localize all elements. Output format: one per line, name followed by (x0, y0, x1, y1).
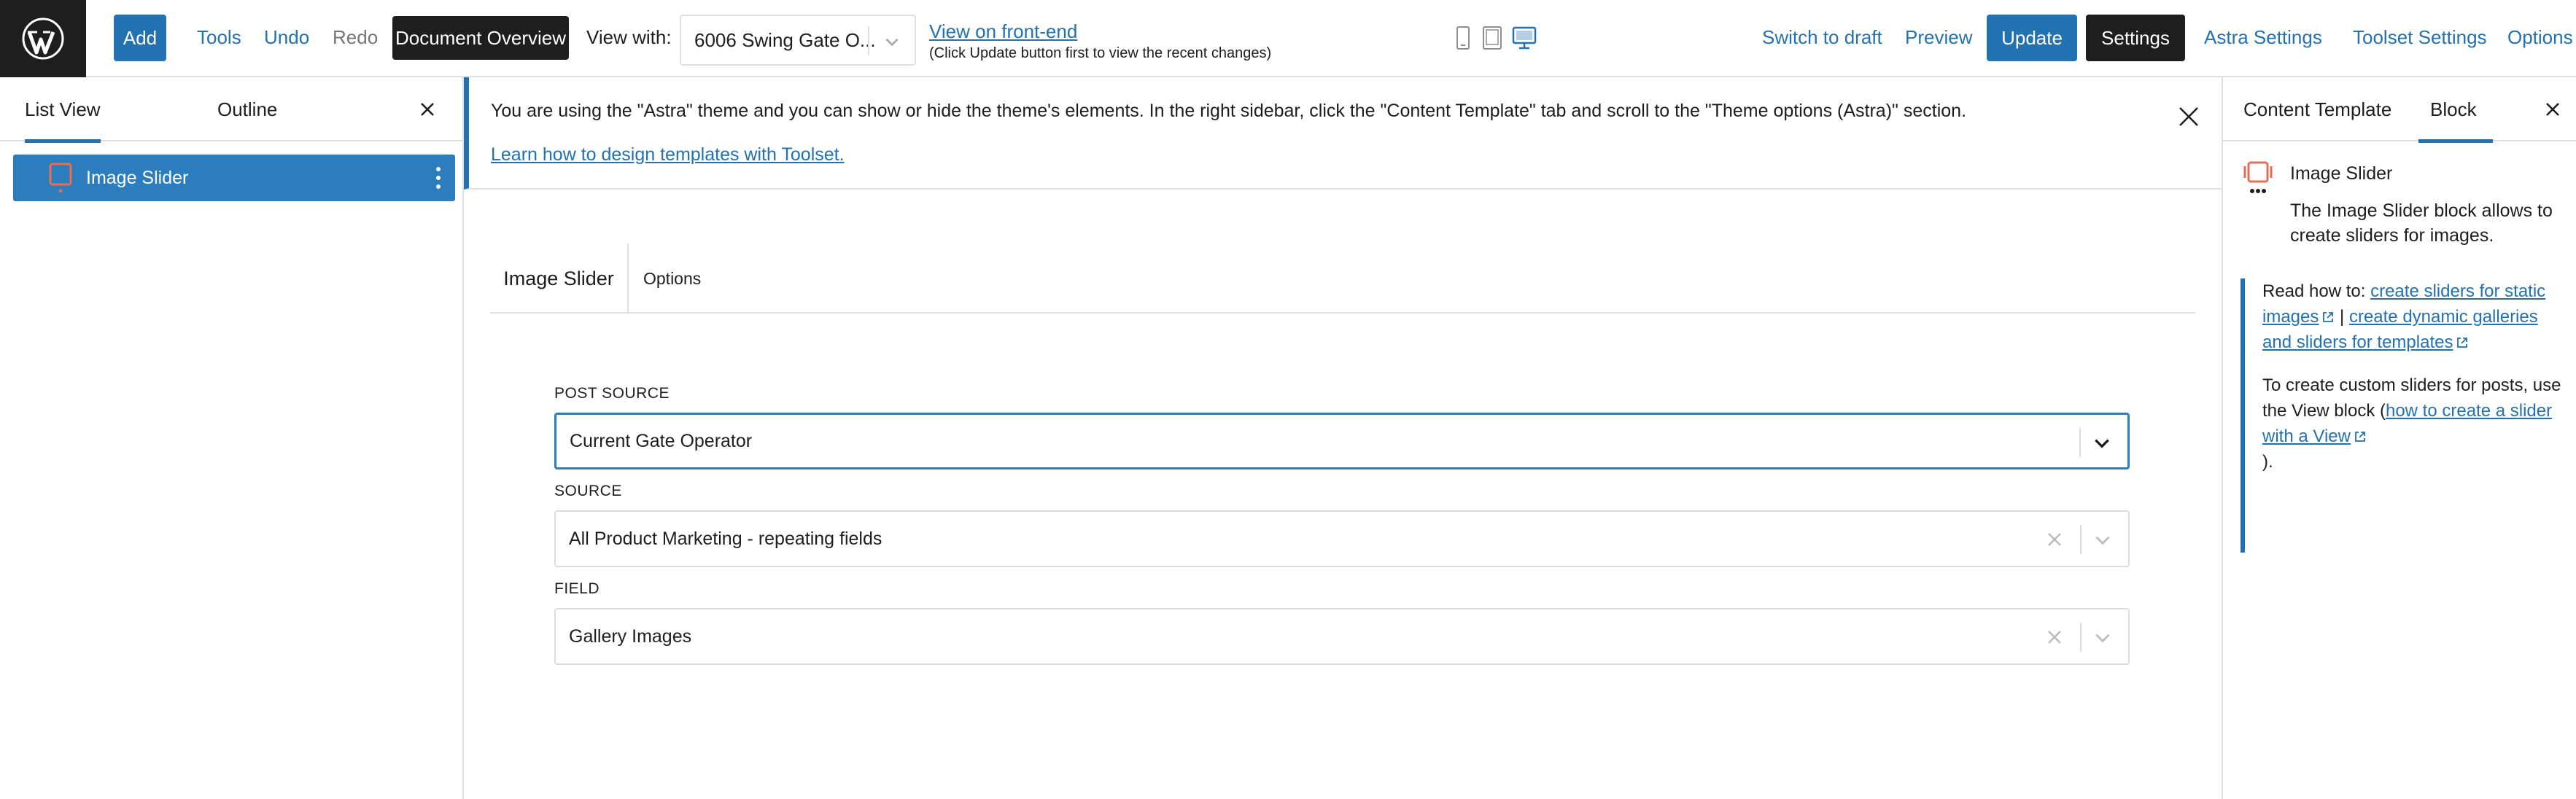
list-item-label: Image Slider (86, 168, 189, 188)
source-value: All Product Marketing - repeating fields (569, 528, 882, 549)
tablet-icon (1483, 26, 1502, 50)
tab-list-view[interactable]: List View (25, 77, 101, 143)
toolset-settings-button[interactable]: Toolset Settings (2353, 26, 2487, 49)
update-button[interactable]: Update (1987, 15, 2077, 61)
close-list-view-button[interactable] (413, 95, 442, 124)
preview-button[interactable]: Preview (1905, 26, 1972, 49)
chevron-down-icon (2095, 634, 2110, 643)
field-select[interactable]: Gallery Images (554, 608, 2130, 665)
chevron-down-icon (885, 38, 899, 47)
theme-notice: You are using the "Astra" theme and you … (464, 77, 2222, 190)
top-toolbar: Add Tools Undo Redo Document Overview Vi… (0, 0, 2576, 77)
view-with-label: View with: (586, 26, 672, 48)
image-slider-icon (49, 163, 72, 193)
help-read-how-prefix: Read how to: (2262, 281, 2366, 301)
learn-templates-link[interactable]: Learn how to design templates with Tools… (491, 144, 845, 165)
external-link-icon (2457, 338, 2468, 348)
switch-to-draft-button[interactable]: Switch to draft (1762, 26, 1882, 49)
document-overview-button[interactable]: Document Overview (392, 16, 569, 60)
help-separator: | (2340, 307, 2345, 327)
block-card-title: Image Slider (2290, 163, 2393, 184)
select-divider (868, 26, 869, 55)
astra-settings-button[interactable]: Astra Settings (2204, 26, 2322, 49)
redo-button[interactable]: Redo (333, 26, 378, 49)
field-label: FIELD (554, 580, 600, 597)
close-sidebar-button[interactable] (2538, 95, 2567, 124)
post-source-value: Current Gate Operator (570, 430, 753, 451)
tab-block[interactable]: Block (2418, 77, 2493, 143)
sidebar-tabs: Content Template Block (2223, 77, 2576, 143)
image-slider-icon (2243, 161, 2273, 193)
field-value: Gallery Images (569, 625, 692, 647)
wordpress-logo-button[interactable] (0, 0, 86, 77)
block-tabs: Image Slider Options (490, 243, 2195, 313)
chevron-down-icon (2095, 439, 2109, 448)
tab-outline[interactable]: Outline (217, 77, 277, 141)
external-link-icon (2323, 312, 2334, 322)
slider-help-box: Read how to: create sliders for static i… (2241, 278, 2561, 553)
source-label: SOURCE (554, 483, 622, 499)
add-block-button[interactable]: Add (114, 15, 166, 61)
view-with-select[interactable]: 6006 Swing Gate O... (680, 15, 916, 66)
close-icon (2546, 103, 2559, 116)
close-icon (421, 103, 434, 116)
front-end-note: (Click Update button first to view the r… (929, 45, 1272, 61)
block-card-description: The Image Slider block allows to create … (2290, 200, 2553, 246)
clear-icon[interactable] (2047, 531, 2063, 547)
tab-options[interactable]: Options (643, 243, 701, 313)
tools-button[interactable]: Tools (197, 26, 241, 49)
post-source-label: POST SOURCE (554, 385, 670, 402)
help-custom-sliders: To create custom sliders for posts, use … (2262, 373, 2561, 475)
list-item[interactable]: Image Slider (13, 155, 455, 201)
view-on-front-end-link[interactable]: View on front-end (929, 20, 1077, 43)
select-divider (2079, 428, 2081, 457)
settings-button[interactable]: Settings (2086, 15, 2185, 61)
left-panel-tabs: List View Outline (0, 77, 462, 143)
desktop-preview-button[interactable] (1511, 23, 1537, 52)
tablet-preview-button[interactable] (1479, 23, 1505, 52)
help-custom-suffix: ). (2262, 452, 2273, 472)
settings-sidebar: Content Template Block Image Slider The … (2222, 77, 2576, 799)
clear-icon[interactable] (2047, 629, 2063, 645)
source-select[interactable]: All Product Marketing - repeating fields (554, 510, 2130, 567)
chevron-down-icon (2095, 536, 2110, 545)
external-link-icon (2355, 432, 2365, 442)
help-read-how: Read how to: create sliders for static i… (2262, 278, 2561, 355)
select-divider (2080, 623, 2082, 652)
view-with-value: 6006 Swing Gate O... (694, 28, 876, 51)
wordpress-icon (22, 17, 64, 60)
list-view-panel: List View Outline Image Slider (0, 77, 464, 799)
tab-image-slider[interactable]: Image Slider (490, 243, 629, 313)
select-divider (2080, 525, 2082, 554)
undo-button[interactable]: Undo (264, 26, 309, 49)
mobile-icon (1456, 26, 1470, 50)
mobile-preview-button[interactable] (1450, 23, 1476, 52)
desktop-icon (1512, 26, 1537, 50)
close-icon[interactable] (2174, 102, 2203, 131)
options-button[interactable]: Options (2507, 26, 2573, 49)
notice-message: You are using the "Astra" theme and you … (491, 101, 1967, 121)
more-options-icon[interactable] (433, 165, 443, 191)
post-source-select[interactable]: Current Gate Operator (554, 413, 2130, 469)
tab-content-template[interactable]: Content Template (2243, 77, 2391, 141)
